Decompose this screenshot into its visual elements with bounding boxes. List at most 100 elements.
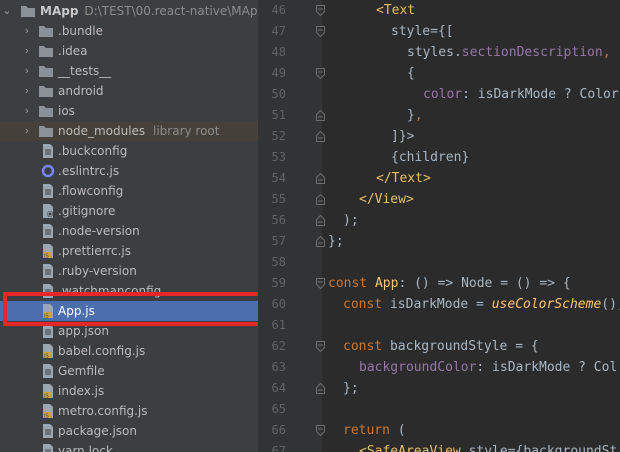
line-number: 67 (271, 444, 286, 452)
text-file-icon (40, 363, 56, 379)
tree-file-yarn-lock[interactable]: yarn.lock (0, 441, 258, 452)
tree-file-watchmanconfig[interactable]: .watchmanconfig (0, 281, 258, 301)
tree-file-metro-config[interactable]: JS metro.config.js (0, 401, 258, 421)
tree-root-mapp[interactable]: ⌄ MApp D:\TEST\00.react-native\MApp (0, 1, 258, 21)
tree-file-app-json[interactable]: app.json (0, 321, 258, 341)
tree-folder-tests[interactable]: › __tests__ (0, 61, 258, 81)
tree-file-app-js[interactable]: JS App.js (0, 301, 258, 321)
fold-marker-icon[interactable] (316, 341, 325, 353)
chevron-right-icon[interactable]: › (22, 101, 32, 121)
fold-end-icon[interactable] (316, 382, 325, 394)
root-name: MApp (40, 4, 79, 18)
tree-item-label: .watchmanconfig (58, 284, 162, 298)
fold-marker-icon[interactable] (316, 26, 325, 38)
tree-file-buckconfig[interactable]: .buckconfig (0, 141, 258, 161)
folder-icon (20, 3, 36, 19)
line-number: 47 (271, 24, 286, 38)
text-file-icon (40, 263, 56, 279)
line-number: 53 (271, 150, 286, 164)
code-line-49: { (407, 66, 415, 81)
line-number: 66 (271, 423, 286, 437)
code-line-59: const App: () => Node = () => { (328, 276, 571, 291)
tree-item-label: .node-version (58, 224, 140, 238)
line-number: 59 (271, 276, 286, 290)
code-line-53: {children} (391, 150, 470, 165)
fold-end-icon[interactable] (316, 214, 325, 226)
tree-item-label: .ruby-version (58, 264, 137, 278)
code-line-63: backgroundColor: isDarkMode ? Col (359, 360, 618, 375)
line-number: 48 (271, 45, 286, 59)
tree-item-label: Gemfile (58, 364, 105, 378)
tree-item-label: App.js (58, 304, 95, 318)
tree-item-label: babel.config.js (58, 344, 146, 358)
code-line-66: return ( (343, 423, 406, 438)
line-number: 46 (271, 3, 286, 17)
fold-marker-icon[interactable] (316, 425, 325, 437)
library-root-hint: library root (153, 124, 220, 138)
code-line-57: }; (328, 234, 344, 249)
fold-end-icon[interactable] (316, 235, 325, 247)
tree-item-label: app.json (58, 324, 109, 338)
tree-item-label: index.js (58, 384, 105, 398)
tree-file-babel-config[interactable]: JS babel.config.js (0, 341, 258, 361)
tree-folder-idea[interactable]: › .idea (0, 41, 258, 61)
chevron-right-icon[interactable]: › (22, 121, 32, 141)
line-number: 64 (271, 381, 286, 395)
fold-marker-icon[interactable] (316, 68, 325, 80)
chevron-right-icon[interactable]: › (22, 81, 32, 101)
json-file-icon (40, 423, 56, 439)
code-line-62: const backgroundStyle = { (343, 339, 539, 354)
fold-end-icon[interactable] (316, 172, 325, 184)
tree-folder-android[interactable]: › android (0, 81, 258, 101)
tree-item-label: yarn.lock (58, 444, 113, 452)
tree-file-gemfile[interactable]: Gemfile (0, 361, 258, 381)
tree-item-label: metro.config.js (58, 404, 148, 418)
chevron-right-icon[interactable]: › (22, 21, 32, 41)
code-editor[interactable]: 46 47 48 49 50 51 52 53 54 55 56 57 58 5… (258, 0, 620, 452)
fold-end-icon[interactable] (316, 130, 325, 142)
code-line-64: }; (343, 381, 359, 396)
code-line-50: color: isDarkMode ? Color (423, 87, 619, 102)
tree-file-index-js[interactable]: JS index.js (0, 381, 258, 401)
ignore-file-icon (40, 203, 56, 219)
fold-end-icon[interactable] (316, 193, 325, 205)
fold-marker-icon[interactable] (316, 5, 325, 17)
text-file-icon (40, 283, 56, 299)
fold-end-icon[interactable] (316, 109, 325, 121)
tree-file-prettierrc[interactable]: JS .prettierrc.js (0, 241, 258, 261)
folder-icon (38, 23, 54, 39)
code-line-55: </View> (359, 192, 414, 207)
tree-item-label: .idea (58, 44, 88, 58)
line-number: 61 (271, 318, 286, 332)
code-line-54: </Text> (376, 171, 431, 186)
tree-item-label: .gitignore (58, 204, 116, 218)
tree-item-label: .bundle (58, 24, 103, 38)
tree-file-node-version[interactable]: .node-version (0, 221, 258, 241)
code-line-60: const isDarkMode = useColorScheme(); (343, 297, 620, 312)
chevron-down-icon[interactable]: ⌄ (2, 1, 12, 21)
line-number: 57 (271, 234, 286, 248)
folder-icon (38, 43, 54, 59)
tree-file-gitignore[interactable]: .gitignore (0, 201, 258, 221)
tree-item-label: .buckconfig (58, 144, 128, 158)
tree-file-package-json[interactable]: package.json (0, 421, 258, 441)
fold-marker-icon[interactable] (316, 278, 325, 290)
js-file-icon: JS (40, 303, 56, 320)
tree-file-eslintrc[interactable]: .eslintrc.js (0, 161, 258, 181)
line-number: 51 (271, 108, 286, 122)
chevron-right-icon[interactable]: › (22, 61, 32, 81)
tree-item-label: .eslintrc.js (58, 164, 120, 178)
json-file-icon (40, 323, 56, 339)
line-number: 54 (271, 171, 286, 185)
tree-file-flowconfig[interactable]: .flowconfig (0, 181, 258, 201)
chevron-right-icon[interactable]: › (22, 41, 32, 61)
js-file-icon: JS (40, 403, 56, 420)
svg-text:JS: JS (43, 414, 49, 420)
code-line-56: ); (343, 213, 359, 228)
js-file-icon: JS (40, 343, 56, 360)
code-line-47: style={[ (391, 24, 454, 39)
tree-folder-node-modules[interactable]: › node_modules library root (0, 121, 258, 141)
tree-folder-bundle[interactable]: › .bundle (0, 21, 258, 41)
tree-file-ruby-version[interactable]: .ruby-version (0, 261, 258, 281)
tree-folder-ios[interactable]: › ios (0, 101, 258, 121)
